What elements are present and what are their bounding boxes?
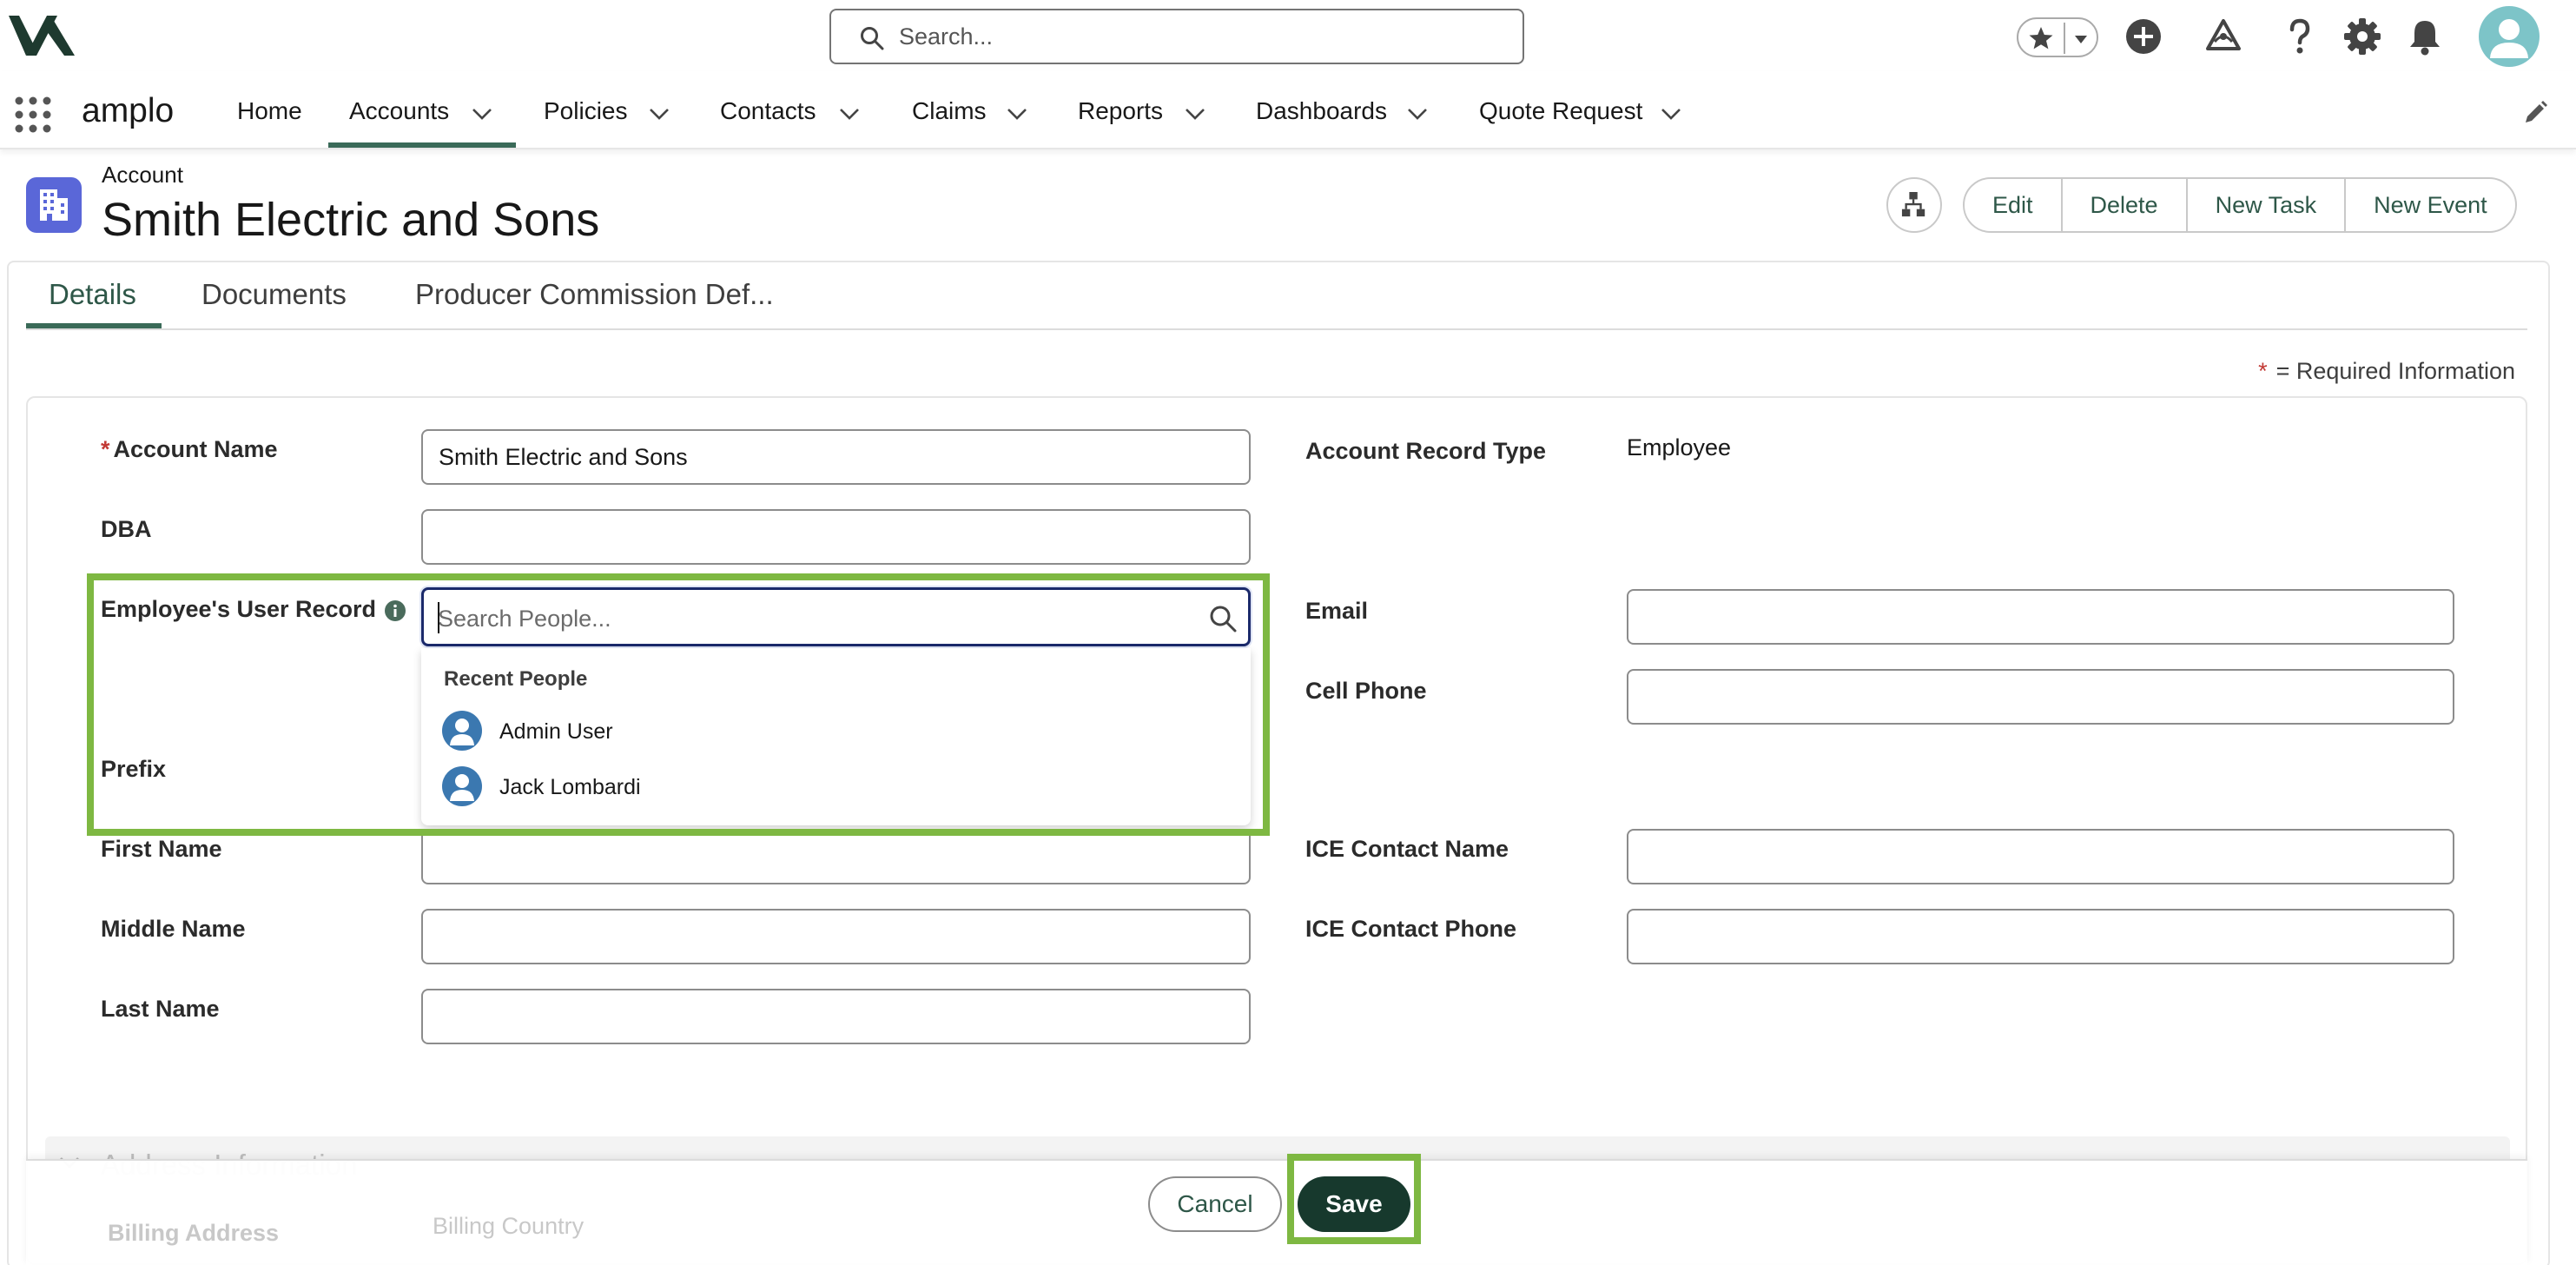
cell-phone-label: Cell Phone [1305,678,1427,704]
chevron-down-icon[interactable] [1006,103,1028,125]
divider [2064,23,2065,54]
chevron-down-icon[interactable] [471,103,493,125]
required-marker: * [2258,358,2268,384]
user-avatar-icon [2490,19,2528,58]
nav-item-policies[interactable]: Policies [544,97,627,125]
email-label: Email [1305,598,1369,624]
help-icon[interactable] [2279,16,2321,57]
nav-item-home[interactable]: Home [237,97,302,125]
nav-item-accounts[interactable]: Accounts [349,97,449,125]
tab-documents[interactable]: Documents [201,278,347,311]
building-icon [40,189,68,221]
app-navigation-bar: amplo Home Accounts Policies Contacts Cl… [0,71,2576,149]
trailhead-icon[interactable] [2203,16,2244,57]
app-launcher-icon[interactable] [14,96,52,134]
first-name-label: First Name [101,836,222,862]
required-info-text: = Required Information [2275,358,2515,384]
settings-gear-icon[interactable] [2342,16,2383,57]
account-name-input[interactable]: Smith Electric and Sons [421,429,1251,485]
dba-label: DBA [101,516,152,542]
last-name-input[interactable] [421,989,1251,1044]
billing-address-label: Billing Address [108,1220,280,1246]
favorites-star-icon[interactable] [2027,24,2055,52]
account-record-type-label: Account Record Type [1305,438,1547,464]
favorites-dropdown-icon[interactable] [2072,30,2090,48]
new-task-button[interactable]: New Task [2185,177,2347,233]
tabs-divider [26,328,2527,330]
search-placeholder: Search... [899,23,994,50]
chevron-down-icon[interactable] [1660,103,1682,125]
tab-producer-commission[interactable]: Producer Commission Def... [415,278,774,311]
email-input[interactable] [1627,589,2454,645]
active-nav-indicator [328,142,516,148]
object-type-label: Account [102,162,183,188]
tab-details[interactable]: Details [49,278,136,311]
ice-contact-phone-input[interactable] [1627,909,2454,964]
search-icon [861,27,884,50]
dba-input[interactable] [421,509,1251,565]
amplo-logo-icon[interactable] [7,12,76,59]
record-title: Smith Electric and Sons [102,194,600,246]
record-actions-group: Edit Delete New Task New Event [1963,177,2517,233]
billing-country-label: Billing Country [433,1213,585,1239]
chevron-down-icon[interactable] [1406,103,1429,125]
highlight-box [87,573,1270,836]
app-name: amplo [82,92,175,129]
chevron-down-icon[interactable] [838,103,861,125]
account-record-type-value: Employee [1627,434,1732,460]
notifications-bell-icon[interactable] [2404,16,2446,57]
middle-name-label: Middle Name [101,916,246,942]
required-marker: * [101,436,110,462]
account-name-label: * Account Name [101,436,278,463]
nav-item-dashboards[interactable]: Dashboards [1256,97,1387,125]
new-event-button[interactable]: New Event [2344,177,2517,233]
account-name-label-text: Account Name [113,436,278,462]
last-name-label: Last Name [101,996,220,1022]
global-header: Search... [0,0,2576,71]
nav-item-quote-request[interactable]: Quote Request [1479,97,1642,125]
favorites-group [2017,17,2098,57]
chevron-down-icon[interactable] [1184,103,1206,125]
ice-contact-phone-label: ICE Contact Phone [1305,916,1517,942]
account-object-icon [26,177,82,233]
chevron-down-icon[interactable] [648,103,670,125]
nav-item-claims[interactable]: Claims [912,97,987,125]
cell-phone-input[interactable] [1627,669,2454,725]
view-hierarchy-button[interactable] [1886,177,1942,233]
global-search-input[interactable]: Search... [829,9,1524,64]
global-add-icon[interactable] [2123,16,2164,57]
nav-item-reports[interactable]: Reports [1078,97,1163,125]
edit-nav-pencil-icon[interactable] [2522,100,2548,126]
ice-contact-name-input[interactable] [1627,829,2454,884]
required-info-legend: * = Required Information [2258,358,2515,385]
middle-name-input[interactable] [421,909,1251,964]
ice-contact-name-label: ICE Contact Name [1305,836,1509,862]
edit-button[interactable]: Edit [1963,177,2063,233]
hierarchy-icon [1901,192,1925,217]
user-avatar[interactable] [2479,6,2540,67]
first-name-input[interactable] [421,829,1251,884]
delete-button[interactable]: Delete [2060,177,2188,233]
cancel-button[interactable]: Cancel [1148,1176,1282,1232]
nav-item-contacts[interactable]: Contacts [720,97,816,125]
highlight-box [1287,1154,1421,1244]
